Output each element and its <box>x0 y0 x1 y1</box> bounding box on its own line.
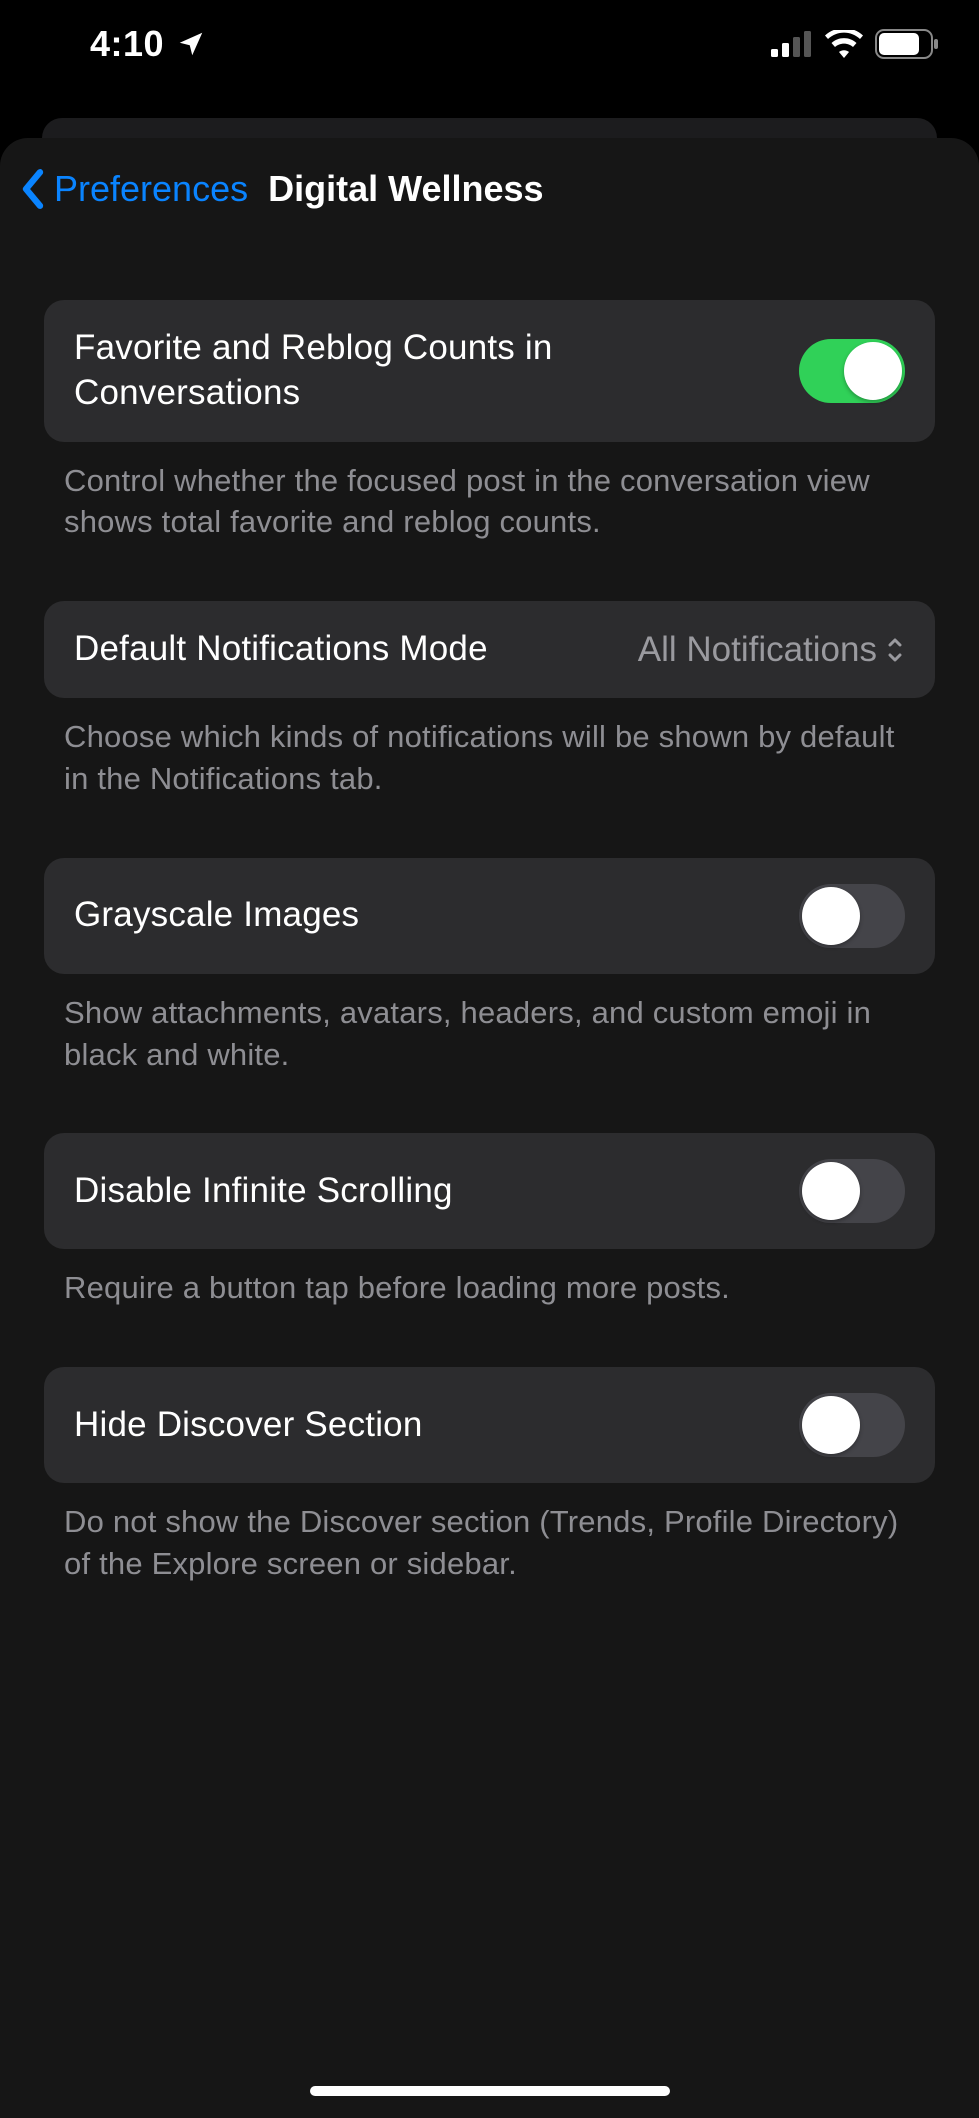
toggle-hide-discover[interactable] <box>799 1393 905 1457</box>
setting-label: Disable Infinite Scrolling <box>74 1169 769 1214</box>
back-label: Preferences <box>54 168 248 210</box>
setting-footer: Show attachments, avatars, headers, and … <box>44 974 935 1076</box>
setting-row-notifications-mode[interactable]: Default Notifications Mode All Notificat… <box>44 601 935 698</box>
status-left: 4:10 <box>90 23 206 65</box>
setting-row-hide-discover[interactable]: Hide Discover Section <box>44 1367 935 1483</box>
setting-group-notifications-mode: Default Notifications Mode All Notificat… <box>44 601 935 799</box>
setting-label: Default Notifications Mode <box>74 627 608 672</box>
status-bar: 4:10 <box>0 0 979 88</box>
setting-group-favorite-reblog: Favorite and Reblog Counts in Conversati… <box>44 300 935 543</box>
toggle-disable-infinite[interactable] <box>799 1159 905 1223</box>
setting-footer: Choose which kinds of notifications will… <box>44 698 935 800</box>
toggle-favorite-reblog[interactable] <box>799 339 905 403</box>
setting-label: Grayscale Images <box>74 893 769 938</box>
battery-icon <box>875 29 939 59</box>
setting-footer: Do not show the Discover section (Trends… <box>44 1483 935 1585</box>
status-right <box>771 29 939 59</box>
setting-group-disable-infinite: Disable Infinite Scrolling Require a but… <box>44 1133 935 1309</box>
setting-row-grayscale[interactable]: Grayscale Images <box>44 858 935 974</box>
cell-signal-icon <box>771 31 813 57</box>
setting-value: All Notifications <box>638 630 905 670</box>
toggle-grayscale[interactable] <box>799 884 905 948</box>
setting-row-disable-infinite[interactable]: Disable Infinite Scrolling <box>44 1133 935 1249</box>
setting-group-hide-discover: Hide Discover Section Do not show the Di… <box>44 1367 935 1585</box>
setting-footer: Require a button tap before loading more… <box>44 1249 935 1309</box>
setting-label: Hide Discover Section <box>74 1403 769 1448</box>
setting-row-favorite-reblog[interactable]: Favorite and Reblog Counts in Conversati… <box>44 300 935 442</box>
chevron-up-down-icon <box>885 637 905 663</box>
status-time: 4:10 <box>90 23 164 65</box>
setting-group-grayscale: Grayscale Images Show attachments, avata… <box>44 858 935 1076</box>
chevron-left-icon <box>18 168 48 210</box>
wifi-icon <box>825 30 863 58</box>
setting-label: Favorite and Reblog Counts in Conversati… <box>74 326 769 416</box>
settings-content: Favorite and Reblog Counts in Conversati… <box>0 240 979 1585</box>
page-title: Digital Wellness <box>268 168 543 210</box>
back-button[interactable]: Preferences <box>18 168 248 210</box>
settings-sheet: Preferences Digital Wellness Favorite an… <box>0 138 979 2118</box>
setting-value-text: All Notifications <box>638 630 877 670</box>
home-indicator[interactable] <box>310 2086 670 2096</box>
sheet-backdrop <box>42 118 937 138</box>
location-icon <box>176 29 206 59</box>
setting-footer: Control whether the focused post in the … <box>44 442 935 544</box>
nav-header: Preferences Digital Wellness <box>0 168 979 240</box>
